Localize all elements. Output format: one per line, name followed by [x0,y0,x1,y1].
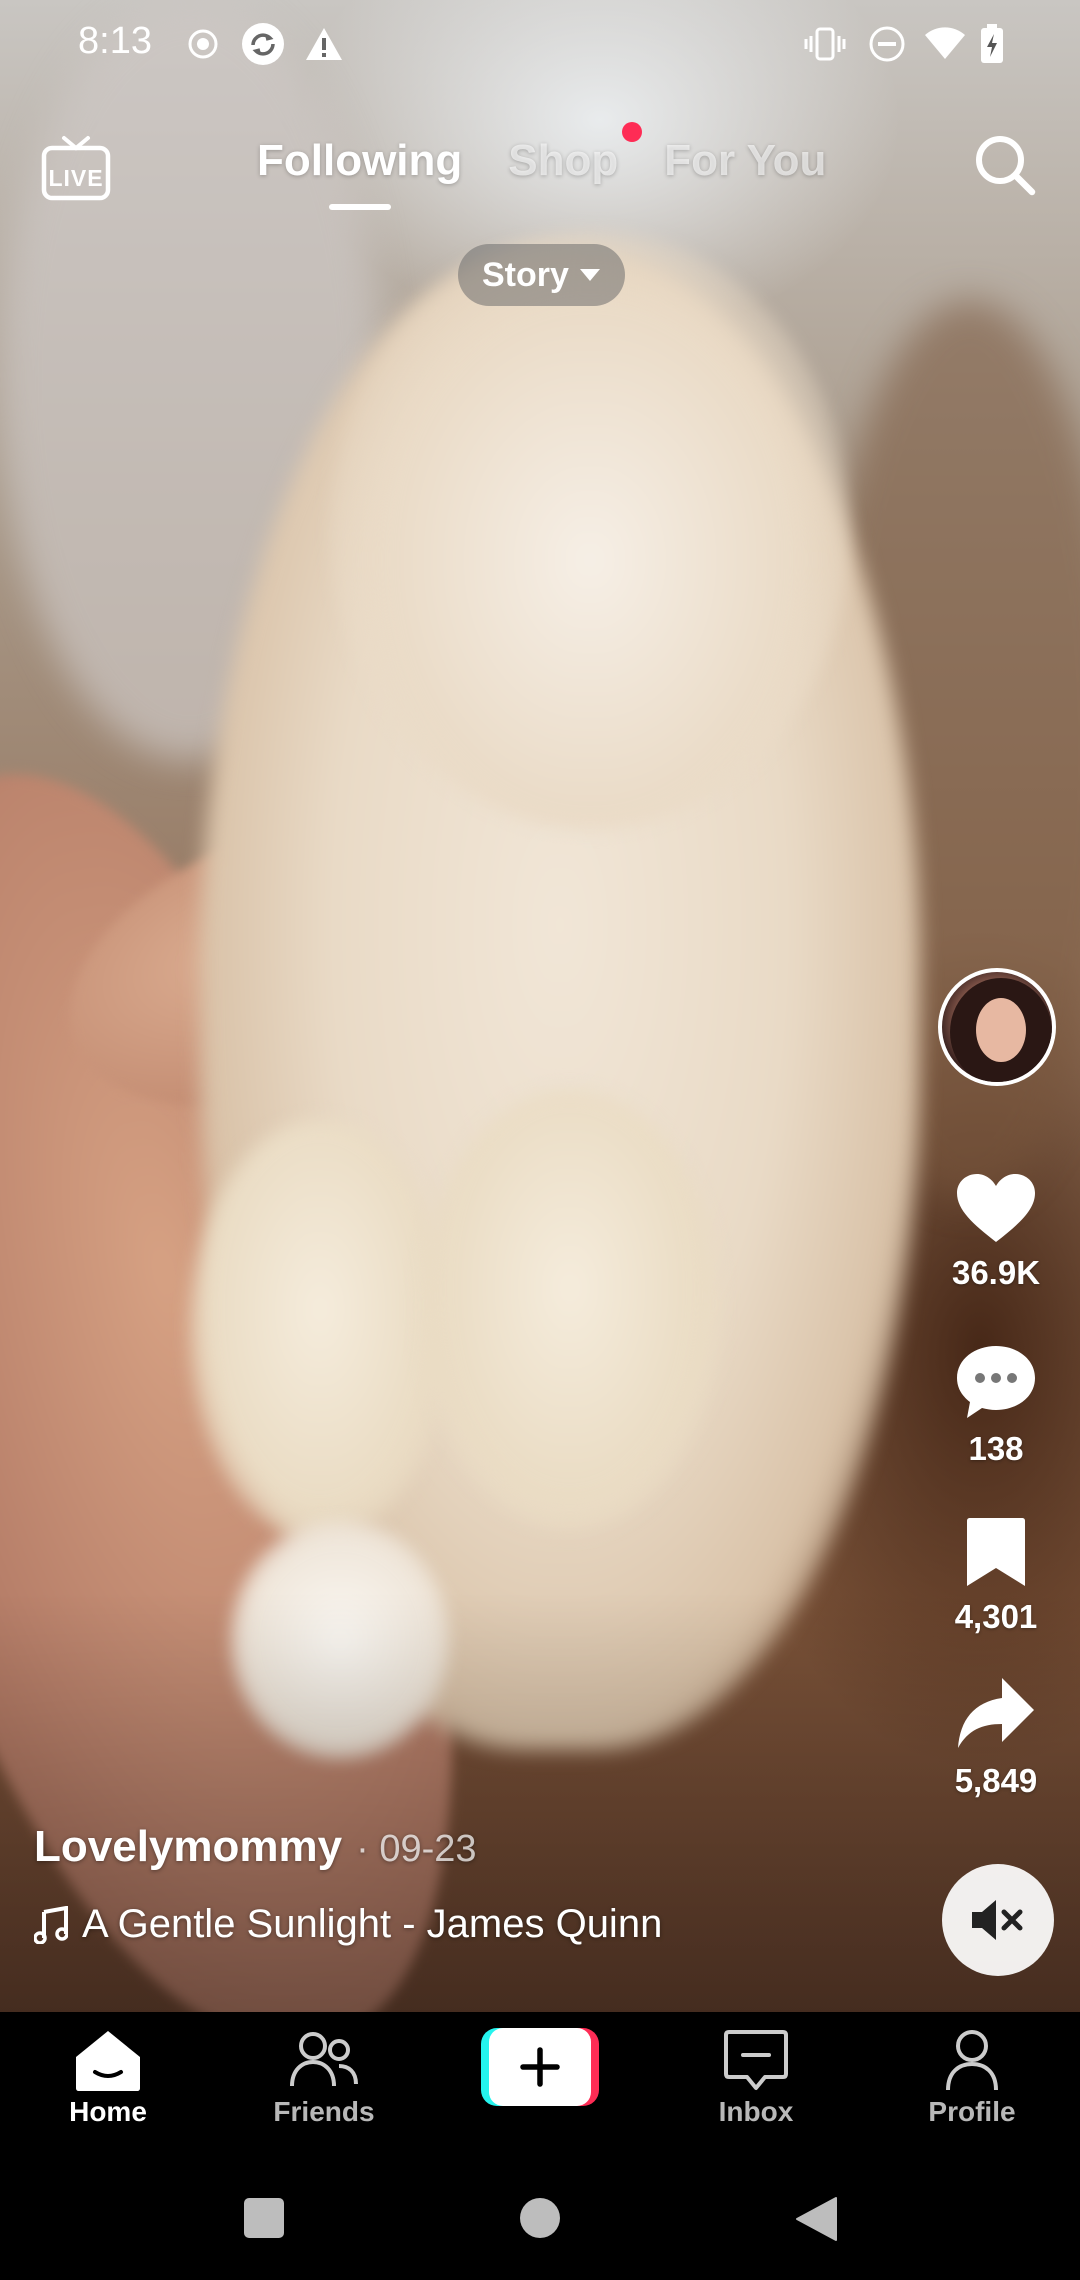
back-triangle-icon [796,2197,837,2241]
nav-friends[interactable]: Friends [244,2028,404,2128]
video-caption: Lovelymommy · 09-23 A Gentle Sunlight - … [34,1822,662,1947]
like-button[interactable]: 36.9K [920,1172,1072,1292]
top-nav: LIVE Following Shop For You [0,120,1080,230]
create-button[interactable] [481,2028,599,2106]
volume-mute-icon [972,1900,1023,1940]
comment-icon [957,1346,1035,1418]
share-count: 5,849 [954,1762,1038,1799]
music-title: A Gentle Sunlight - James Quinn [82,1902,663,1946]
home-circle-icon [520,2198,560,2238]
share-button[interactable]: 5,849 [920,1676,1072,1800]
sync-icon [240,23,286,65]
author-username[interactable]: Lovelymommy [34,1822,342,1872]
nav-home-label: Home [69,2096,147,2127]
back-button[interactable] [794,2196,838,2247]
bottom-nav: Home Friends Inbox Profile [0,2012,1080,2162]
friends-icon [290,2032,358,2087]
caret-down-icon [579,269,600,281]
tab-shop-label: Shop [508,136,619,185]
nav-profile-label: Profile [928,2096,1016,2127]
status-bar: 8:13 [0,0,1080,86]
tab-shop[interactable]: Shop [508,122,643,186]
search-button[interactable] [972,132,1038,198]
recents-square-icon [244,2198,284,2238]
do-not-disturb-icon [868,24,906,64]
save-button[interactable]: 4,301 [920,1516,1072,1636]
author-line: Lovelymommy · 09-23 [34,1822,662,1872]
heart-icon [957,1174,1035,1242]
story-label: Story [482,255,569,294]
status-time: 8:13 [78,20,152,62]
inbox-icon [724,2030,788,2090]
feed-tabs: Following Shop For You [257,122,826,186]
music-note-icon [34,1905,68,1944]
recents-button[interactable] [242,2196,286,2245]
music-link[interactable]: A Gentle Sunlight - James Quinn [34,1902,662,1947]
wifi-icon [924,24,966,64]
warning-icon [304,24,344,64]
nav-home[interactable]: Home [28,2028,188,2128]
nav-friends-label: Friends [273,2096,375,2127]
comment-button[interactable]: 138 [920,1344,1072,1468]
search-icon [976,136,1036,196]
story-dropdown[interactable]: Story [458,244,625,306]
nav-profile[interactable]: Profile [892,2028,1052,2128]
live-button[interactable]: LIVE [40,130,112,202]
tab-following[interactable]: Following [257,136,462,186]
shop-notification-dot [622,122,643,142]
save-count: 4,301 [954,1598,1038,1635]
profile-icon [946,2030,998,2091]
nav-inbox-label: Inbox [718,2096,794,2127]
post-date: · 09-23 [356,1828,477,1870]
home-system-button[interactable] [518,2196,562,2245]
vibrate-icon [804,24,846,64]
comment-count: 138 [968,1430,1024,1467]
like-count: 36.9K [951,1254,1041,1291]
battery-charging-icon [980,24,1004,64]
home-icon [76,2031,140,2091]
live-label: LIVE [48,165,104,191]
tab-for-you[interactable]: For You [664,136,826,186]
system-nav-bar [0,2162,1080,2280]
share-arrow-icon [958,1678,1034,1748]
creator-avatar[interactable] [938,968,1056,1086]
plus-icon [520,2047,560,2087]
bookmark-icon [967,1518,1025,1586]
record-icon [186,24,220,64]
nav-inbox[interactable]: Inbox [676,2028,836,2128]
mute-toggle-button[interactable] [942,1864,1054,1976]
